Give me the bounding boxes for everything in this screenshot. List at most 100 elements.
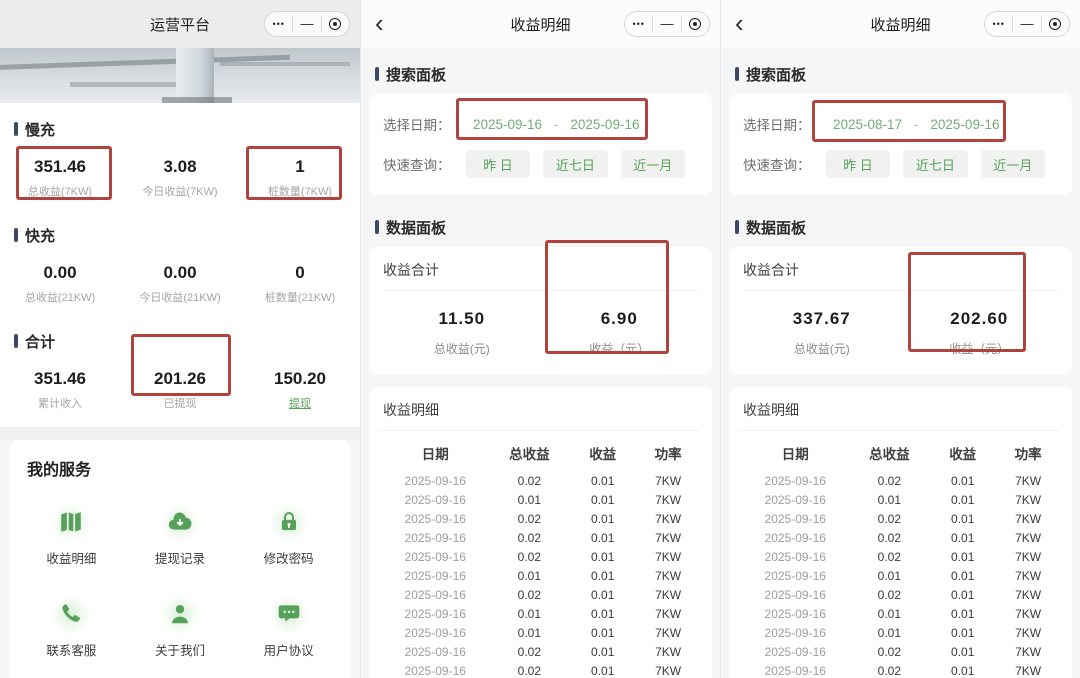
income-detail-screen-month: ‹ 收益明细 ••• — 搜索面板 选择日期： 2025-08-17 - 202… (720, 0, 1080, 678)
service-change-password[interactable]: 修改密码 (234, 490, 343, 582)
stat-total-income-7kw: 351.46 总收益(7KW) (27, 157, 93, 198)
table-cell: 0.01 (591, 492, 615, 507)
quick-yesterday-button[interactable]: 昨 日 (465, 150, 531, 178)
income-detail-screen-day: ‹ 收益明细 ••• — 搜索面板 选择日期： 2025-09-16 - 202… (360, 0, 720, 678)
table-row: 2025-09-16 0.01 0.01 7KW (381, 623, 700, 642)
table-cell: 2025-09-16 (764, 587, 826, 602)
table-row: 2025-09-16 0.02 0.01 7KW (741, 471, 1060, 490)
table-cell: 0.01 (951, 587, 975, 602)
date-start-picker[interactable]: 2025-08-17 (833, 117, 902, 132)
table-cell: 2025-09-16 (764, 549, 826, 564)
table-cell: 2025-09-16 (764, 473, 826, 488)
col-date: 日期 (781, 447, 809, 462)
table-cell: 7KW (655, 568, 682, 583)
slow-charge-stats: 351.46 总收益(7KW) 3.08 今日收益(7KW) 1 桩数量(7KW… (0, 147, 360, 209)
table-body: 2025-09-16 0.02 0.01 7KW 2025-09-16 0.01 0.01 7… (741, 471, 1060, 678)
table-body: 2025-09-16 0.02 0.01 7KW 2025-09-16 0.01 0.01 7… (381, 471, 700, 678)
stat-pile-count-21kw: 0 桩数量(21KW) (264, 263, 336, 304)
table-cell: 7KW (1015, 606, 1042, 621)
table-cell: 0.01 (951, 511, 975, 526)
close-target-icon[interactable] (1042, 18, 1069, 30)
service-upload[interactable] (126, 674, 235, 678)
navbar: 运营平台 ••• — (0, 0, 360, 48)
minimize-button[interactable]: — (1013, 12, 1040, 36)
section-data-panel: 数据面板 (361, 217, 720, 237)
table-cell: 0.02 (877, 644, 901, 659)
service-income-detail[interactable]: 收益明细 (17, 490, 126, 582)
date-end-picker[interactable]: 2025-09-16 (570, 117, 639, 132)
section-bar (14, 122, 18, 136)
quick-1month-button[interactable]: 近一月 (620, 150, 686, 178)
section-bar (375, 220, 379, 234)
table-cell: 0.01 (951, 644, 975, 659)
table-row: 2025-09-16 0.02 0.01 7KW (741, 547, 1060, 566)
minimize-button[interactable]: — (293, 12, 320, 36)
more-button[interactable]: ••• (625, 12, 652, 36)
table-cell: 0.02 (517, 473, 541, 488)
table-cell: 7KW (1015, 644, 1042, 659)
service-withdraw-records[interactable]: 提现记录 (126, 490, 235, 582)
table-row: 2025-09-16 0.02 0.01 7KW (381, 547, 700, 566)
date-start-picker[interactable]: 2025-09-16 (473, 117, 542, 132)
service-contact-support[interactable]: 联系客服 (17, 582, 126, 674)
col-total-income: 总收益 (509, 447, 550, 462)
table-cell: 0.02 (517, 587, 541, 602)
col-income: 收益 (949, 447, 977, 462)
table-cell: 0.01 (951, 549, 975, 564)
table-cell: 0.02 (517, 663, 541, 678)
table-row: 2025-09-16 0.02 0.01 7KW (741, 642, 1060, 661)
section-data-panel: 数据面板 (721, 217, 1080, 237)
table-cell: 0.02 (877, 587, 901, 602)
minimize-button[interactable]: — (653, 12, 680, 36)
miniprogram-capsule: ••• — (264, 11, 350, 37)
table-row: 2025-09-16 0.01 0.01 7KW (381, 566, 700, 585)
close-target-icon[interactable] (682, 18, 709, 30)
table-cell: 2025-09-16 (404, 568, 466, 583)
more-button[interactable]: ••• (265, 12, 292, 36)
quick-yesterday-button[interactable]: 昨 日 (825, 150, 891, 178)
back-button[interactable]: ‹ (375, 9, 384, 37)
table-cell: 0.01 (951, 625, 975, 640)
table-cell: 2025-09-16 (404, 587, 466, 602)
table-cell: 0.02 (877, 663, 901, 678)
service-send[interactable] (17, 674, 126, 678)
section-bar (735, 220, 739, 234)
back-button[interactable]: ‹ (735, 9, 744, 37)
quick-7days-button[interactable]: 近七日 (903, 150, 968, 178)
col-total-income: 总收益 (869, 447, 910, 462)
service-about-us[interactable]: 关于我们 (126, 582, 235, 674)
services-grid: 收益明细 提现记录 修改密码 联系客服 关于我们 用户协议 (17, 490, 343, 678)
stat-withdrawable: 150.20 提现 (274, 369, 326, 411)
table-cell: 0.01 (591, 568, 615, 583)
table-cell: 0.01 (951, 492, 975, 507)
table-cell: 7KW (1015, 511, 1042, 526)
table-cell: 0.01 (951, 568, 975, 583)
table-cell: 7KW (655, 625, 682, 640)
table-cell: 0.01 (591, 511, 615, 526)
quick-1month-button[interactable]: 近一月 (980, 150, 1046, 178)
table-row: 2025-09-16 0.01 0.01 7KW (381, 604, 700, 623)
table-cell: 7KW (1015, 625, 1042, 640)
col-date: 日期 (421, 447, 449, 462)
operations-platform-screen: 运营平台 ••• — 慢充 351.46 总收益(7KW) 3.08 今日收益(… (0, 0, 360, 678)
quick-query-row: 快速查询： 昨 日 近七日 近一月 (743, 149, 1058, 179)
table-cell: 7KW (1015, 568, 1042, 583)
table-cell: 2025-09-16 (404, 530, 466, 545)
table-cell: 0.01 (591, 473, 615, 488)
table-row: 2025-09-16 0.02 0.01 7KW (741, 661, 1060, 678)
stat-cumulative-income: 351.46 累计收入 (34, 369, 86, 410)
table-cell: 0.01 (877, 606, 901, 621)
more-button[interactable]: ••• (985, 12, 1012, 36)
service-user-agreement[interactable]: 用户协议 (234, 582, 343, 674)
withdraw-link[interactable]: 提现 (289, 395, 311, 411)
date-end-picker[interactable]: 2025-09-16 (930, 117, 999, 132)
table-cell: 7KW (1015, 587, 1042, 602)
quick-7days-button[interactable]: 近七日 (543, 150, 608, 178)
close-target-icon[interactable] (322, 18, 349, 30)
table-row: 2025-09-16 0.01 0.01 7KW (741, 604, 1060, 623)
table-cell: 0.01 (517, 606, 541, 621)
miniprogram-capsule: ••• — (624, 11, 710, 37)
table-cell: 0.01 (591, 549, 615, 564)
table-cell: 0.02 (877, 511, 901, 526)
section-bar (735, 67, 739, 81)
